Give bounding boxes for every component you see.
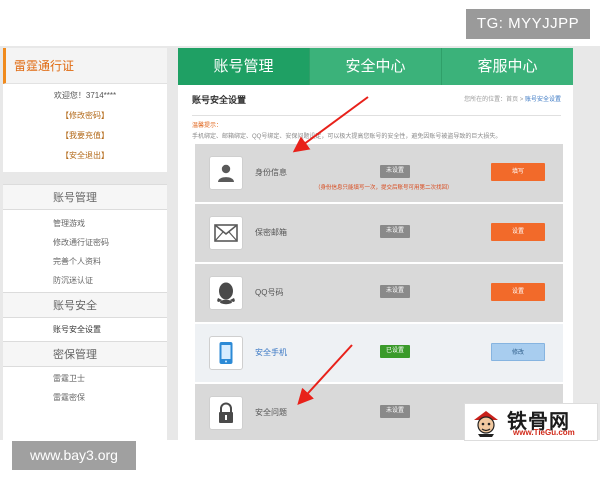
security-row-email: 保密邮箱 未设置 设置 <box>195 204 563 264</box>
email-label: 保密邮箱 <box>255 228 287 237</box>
sidebar-section-account-management[interactable]: 账号管理 <box>3 184 167 210</box>
email-set-button[interactable]: 设置 <box>491 223 545 241</box>
qq-icon <box>209 276 243 310</box>
breadcrumb: 您所在的位置：首页 > 账号安全设置 <box>464 94 561 103</box>
user-panel: 欢迎您！3714**** 【修改密码】 【我要充值】 【安全退出】 <box>3 84 167 172</box>
sidebar-item-guard[interactable]: 雷霆卫士 <box>3 369 167 388</box>
sidebar-header: 雷霆通行证 <box>3 48 167 84</box>
sidebar-section-secret-protection[interactable]: 密保管理 <box>3 341 167 367</box>
security-list: 身份信息 未设置 填写 （身份信息只能填写一次，提交后账号可用第二次找回） 保密… <box>195 144 563 440</box>
sidebar-divider <box>3 172 167 184</box>
sidebar-item-profile[interactable]: 完善个人资料 <box>3 252 167 271</box>
security-row-phone: 安全手机 已设置 修改 <box>195 324 563 384</box>
security-row-qq: QQ号码 未设置 设置 <box>195 264 563 324</box>
tiegu-mascot-icon <box>474 411 498 437</box>
phone-label: 安全手机 <box>255 348 287 357</box>
screenshot-area: 雷霆通行证 欢迎您！3714**** 【修改密码】 【我要充值】 【安全退出】 … <box>0 46 600 440</box>
sidebar: 雷霆通行证 欢迎您！3714**** 【修改密码】 【我要充值】 【安全退出】 … <box>3 48 167 440</box>
logout-link[interactable]: 【安全退出】 <box>3 150 167 161</box>
question-label: 安全问题 <box>255 408 287 417</box>
phone-icon <box>209 336 243 370</box>
mail-icon <box>209 216 243 250</box>
qq-label: QQ号码 <box>255 288 284 297</box>
sidebar-item-anti-addiction[interactable]: 防沉迷认证 <box>3 271 167 290</box>
sidebar-item-security-settings[interactable]: 账号安全设置 <box>3 320 167 339</box>
recharge-link[interactable]: 【我要充值】 <box>3 130 167 141</box>
phone-modify-button[interactable]: 修改 <box>491 343 545 361</box>
qq-status-badge: 未设置 <box>380 285 411 298</box>
identity-note: （身份信息只能填写一次，提交后账号可用第二次找回） <box>315 185 453 191</box>
qq-set-button[interactable]: 设置 <box>491 283 545 301</box>
breadcrumb-path[interactable]: 您所在的位置：首页 > <box>464 97 525 103</box>
tip-label: 温馨提示： <box>192 123 223 129</box>
sidebar-section-account-security[interactable]: 账号安全 <box>3 292 167 318</box>
tab-customer-service[interactable]: 客服中心 <box>441 48 573 85</box>
phone-status-badge: 已设置 <box>380 345 411 358</box>
welcome-text: 欢迎您！3714**** <box>53 91 117 100</box>
tab-bar: 账号管理 安全中心 客服中心 <box>178 48 573 85</box>
tab-security-center[interactable]: 安全中心 <box>309 48 441 85</box>
page: 雷霆通行证 欢迎您！3714**** 【修改密码】 【我要充值】 【安全退出】 … <box>0 0 600 480</box>
change-password-link[interactable]: 【修改密码】 <box>3 110 167 121</box>
lock-icon <box>209 396 243 430</box>
identity-label: 身份信息 <box>255 168 287 177</box>
tiegu-logo: 铁骨网 www.TieGu.com <box>464 403 598 441</box>
breadcrumb-current: 账号安全设置 <box>524 97 561 103</box>
identity-status-badge: 未设置 <box>380 165 411 178</box>
title-row: 账号安全设置 您所在的位置：首页 > 账号安全设置 <box>192 93 561 116</box>
tab-account-management[interactable]: 账号管理 <box>178 48 309 85</box>
identity-fill-button[interactable]: 填写 <box>491 163 545 181</box>
question-status-badge: 未设置 <box>380 405 411 418</box>
tiegu-url: www.TieGu.com <box>513 428 575 437</box>
sidebar-item-secret-protection[interactable]: 雷霆密保 <box>3 388 167 407</box>
site-watermark: www.bay3.org <box>12 441 136 470</box>
sidebar-item-change-password[interactable]: 修改通行证密码 <box>3 233 167 252</box>
tg-watermark: TG: MYYJJPP <box>466 9 590 39</box>
email-status-badge: 未设置 <box>380 225 411 238</box>
security-row-identity: 身份信息 未设置 填写 （身份信息只能填写一次，提交后账号可用第二次找回） <box>195 144 563 204</box>
sidebar-item-manage-games[interactable]: 管理游戏 <box>3 214 167 233</box>
tip-text: 手机绑定、邮箱绑定、QQ号绑定、安保问题设定，可以极大提高您账号的安全性，避免因… <box>192 134 502 140</box>
person-icon <box>209 156 243 190</box>
